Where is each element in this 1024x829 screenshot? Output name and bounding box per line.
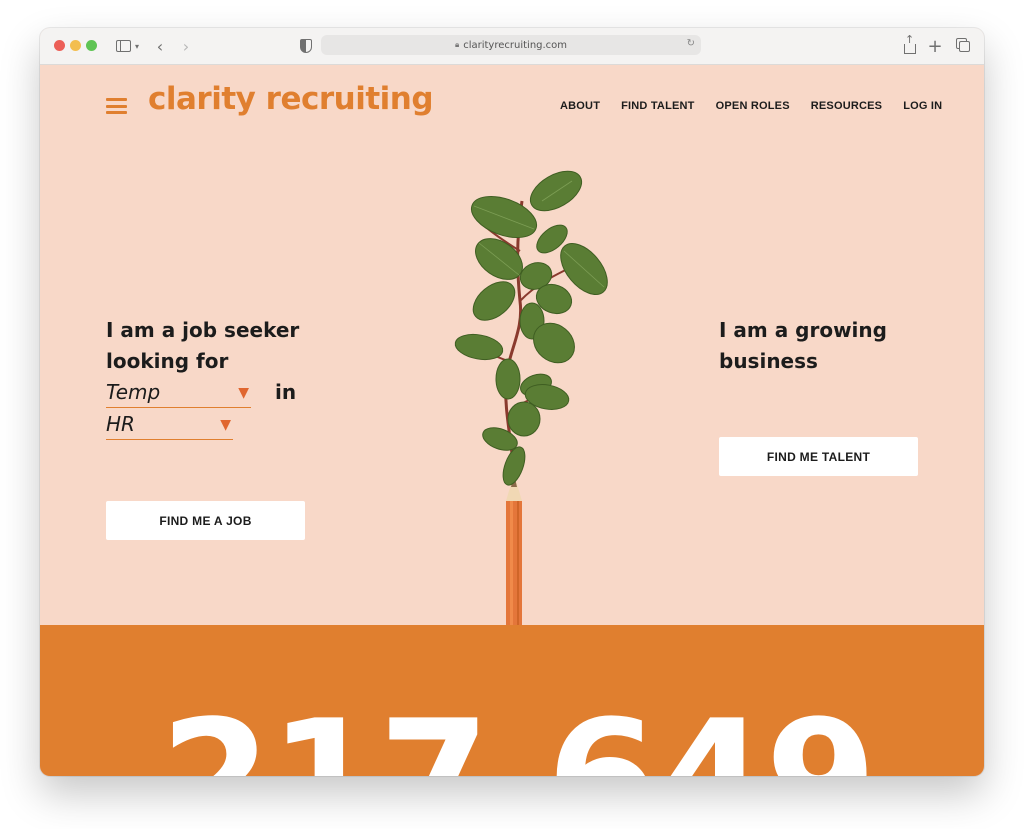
connector-text: in (275, 380, 297, 404)
nav-resources[interactable]: RESOURCES (811, 100, 882, 112)
url-text: clarityrecruiting.com (463, 39, 568, 51)
job-seeker-panel: I am a job seeker looking for Temp ▼ in … (106, 315, 336, 441)
job-type-row: Temp ▼ in (106, 377, 336, 409)
tabs-icon[interactable] (954, 36, 970, 56)
stats-band: 217,649 (40, 625, 984, 776)
stats-number: 217,649 (160, 699, 877, 777)
nav-open-roles[interactable]: OPEN ROLES (716, 100, 790, 112)
shield-icon[interactable] (298, 36, 314, 56)
plus-icon[interactable]: + (927, 36, 943, 57)
find-me-a-job-button[interactable]: FIND ME A JOB (106, 501, 305, 540)
back-arrow-icon[interactable]: ‹ (152, 36, 168, 56)
job-type-value: Temp (106, 380, 161, 404)
reload-icon[interactable]: ↻ (687, 38, 695, 49)
job-seeker-heading-line1: I am a job seeker (106, 318, 300, 342)
triangle-down-icon: ▼ (238, 385, 249, 401)
page-content: clarity recruiting ABOUT FIND TALENT OPE… (40, 65, 984, 776)
zoom-window-button[interactable] (86, 40, 97, 51)
address-bar[interactable]: 🔒︎ clarityrecruiting.com ↻ (321, 35, 701, 55)
lock-icon: 🔒︎ (454, 40, 460, 49)
sector-select[interactable]: HR ▼ (106, 409, 233, 440)
main-navigation: ABOUT FIND TALENT OPEN ROLES RESOURCES L… (560, 100, 942, 112)
nav-find-talent[interactable]: FIND TALENT (621, 100, 695, 112)
browser-toolbar: ▾ ‹ › 🔒︎ clarityrecruiting.com ↻ + (40, 28, 984, 65)
menu-icon[interactable] (106, 98, 127, 114)
close-window-button[interactable] (54, 40, 65, 51)
triangle-down-icon: ▼ (220, 417, 231, 433)
browser-window: ▾ ‹ › 🔒︎ clarityrecruiting.com ↻ + clari… (40, 28, 984, 776)
nav-about[interactable]: ABOUT (560, 100, 600, 112)
business-heading-line2: business (719, 349, 818, 373)
find-me-talent-button[interactable]: FIND ME TALENT (719, 437, 918, 476)
sector-row: HR ▼ (106, 409, 336, 441)
chevron-down-icon[interactable]: ▾ (132, 36, 142, 56)
plant-pencil-illustration (454, 170, 608, 661)
share-icon[interactable] (902, 33, 918, 56)
minimize-window-button[interactable] (70, 40, 81, 51)
job-type-select[interactable]: Temp ▼ (106, 377, 251, 408)
sector-value: HR (106, 412, 135, 436)
business-panel: I am a growing business (719, 315, 919, 377)
job-seeker-heading-line2: looking for (106, 349, 229, 373)
nav-log-in[interactable]: LOG IN (903, 100, 942, 112)
forward-arrow-icon[interactable]: › (178, 36, 194, 56)
site-logo[interactable]: clarity recruiting (148, 81, 434, 117)
business-heading-line1: I am a growing (719, 318, 887, 342)
